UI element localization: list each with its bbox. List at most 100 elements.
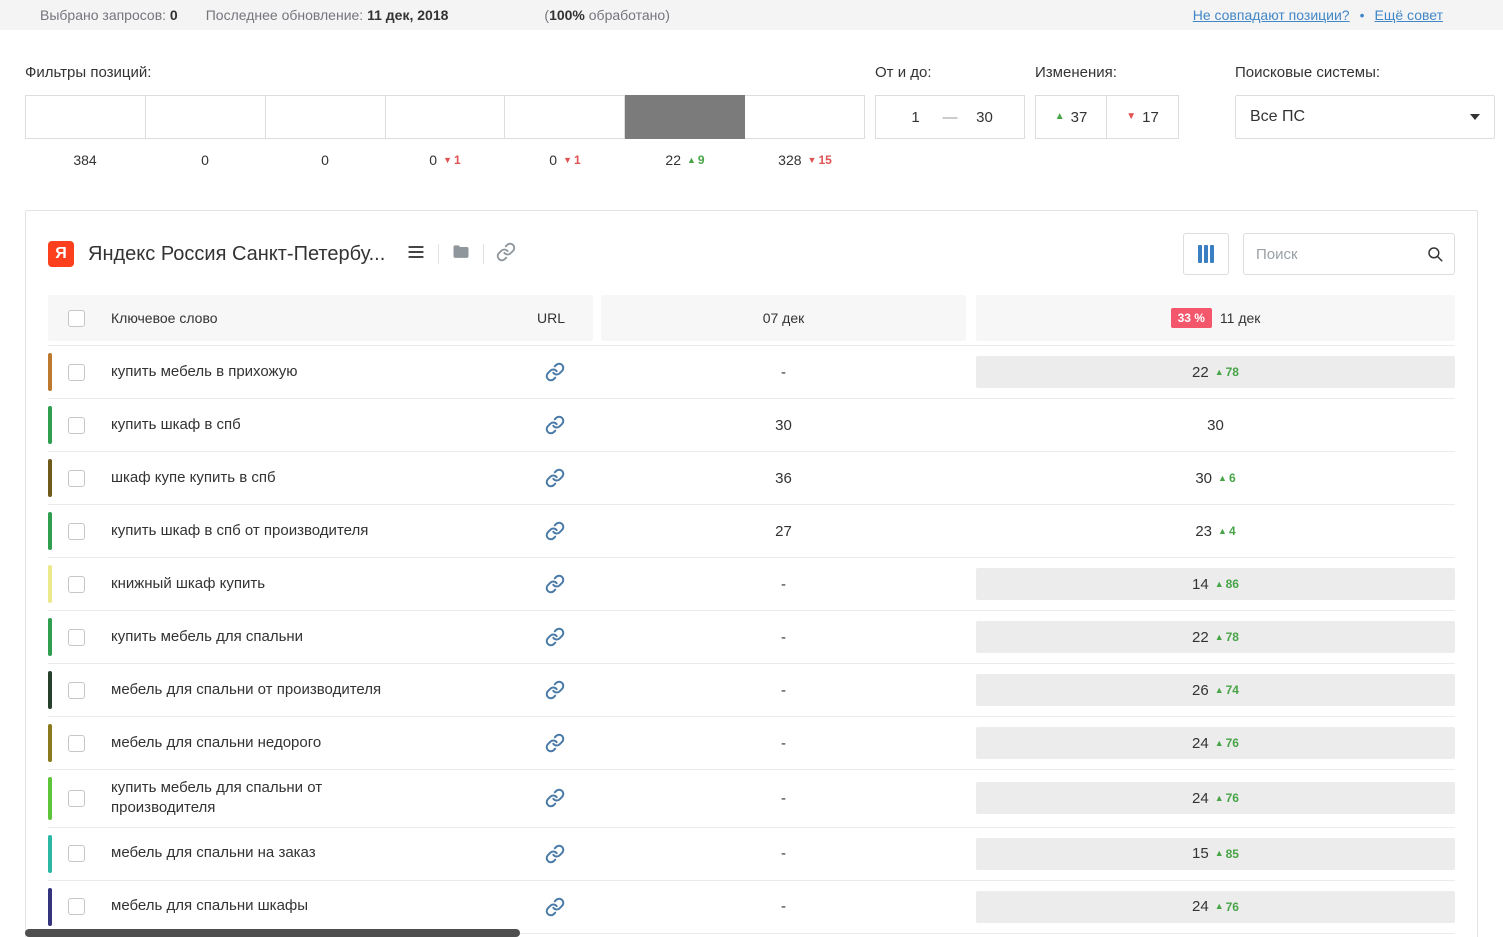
delta-value: 85 <box>1225 846 1239 861</box>
more-tip-link[interactable]: Ещё совет <box>1375 7 1444 23</box>
last-update-label: Последнее обновление: <box>205 7 364 23</box>
row-checkbox[interactable] <box>68 363 85 381</box>
triangle-icon: ▲ <box>1214 901 1224 911</box>
row-checkbox[interactable] <box>68 898 85 915</box>
topbar-links: Не совпадают позиции? • Ещё совет <box>1193 7 1443 23</box>
search-engines-select[interactable]: Все ПС <box>1235 95 1495 139</box>
keyword-cell: купить шкаф в спб <box>48 399 593 451</box>
prev-position-cell: - <box>781 845 786 862</box>
link-icon <box>496 242 516 267</box>
position-filter-tab[interactable] <box>25 95 146 139</box>
select-all-checkbox[interactable] <box>68 309 85 327</box>
changes-up-filter[interactable]: ▲ 37 <box>1035 95 1107 139</box>
position-filter-tab[interactable] <box>625 95 746 139</box>
range-to-input[interactable] <box>965 108 1004 126</box>
current-position-pill: 30 <box>976 409 1455 441</box>
position-filter-count: 0 <box>145 152 265 168</box>
keyword-label: купить мебель для спальни <box>111 627 304 645</box>
keyword-cell: книжный шкаф купить <box>48 558 593 610</box>
processed-status: (100% обработано) <box>544 7 669 23</box>
position-filter-counts: 384 0 0 0 ▼ 1 0 ▼ 1 22 ▲ 9 328 ▼ 15 <box>25 152 865 168</box>
cell-current: 26 ▲ 74 <box>976 664 1455 716</box>
url-link-icon[interactable] <box>545 844 565 864</box>
current-position-value: 14 <box>1192 575 1209 593</box>
table-row: купить мебель для спальни - 22 ▲ 78 <box>48 611 1455 664</box>
keyword-cell: купить мебель в прихожую <box>48 346 593 398</box>
row-checkbox[interactable] <box>68 681 85 699</box>
count-delta-value: 9 <box>697 153 705 167</box>
keyword-label: мебель для спальни шкафы <box>111 897 309 915</box>
url-link-icon[interactable] <box>545 574 565 594</box>
row-checkbox[interactable] <box>68 734 85 752</box>
prev-position-cell: 36 <box>775 469 792 487</box>
position-filter-count: 384 <box>25 152 145 168</box>
position-filter-tab[interactable] <box>385 95 506 139</box>
row-checkbox[interactable] <box>68 416 85 434</box>
url-link-icon[interactable] <box>545 897 565 917</box>
columns-settings-button[interactable] <box>1183 233 1229 275</box>
position-filter-tab[interactable] <box>145 95 266 139</box>
current-position-value: 23 <box>1195 522 1213 540</box>
row-color-strip <box>48 777 52 820</box>
row-checkbox[interactable] <box>68 575 85 593</box>
search-icon[interactable] <box>1416 245 1454 263</box>
topbar: Выбрано запросов: 0 Последнее обновление… <box>0 0 1503 30</box>
current-position-pill: 24 ▲ 76 <box>976 890 1455 923</box>
table-row: мебель для спальни на заказ - 15 ▲ 85 <box>48 828 1455 881</box>
cell-current: 30 <box>976 399 1455 451</box>
delta-value: 76 <box>1225 899 1239 914</box>
prev-date-column-header[interactable]: 07 дек <box>601 295 966 341</box>
position-filter-tab[interactable] <box>265 95 386 139</box>
last-update: Последнее обновление: 11 дек, 2018 <box>206 7 449 23</box>
row-color-strip <box>48 834 52 873</box>
row-checkbox[interactable] <box>68 845 85 862</box>
delta-value: 74 <box>1225 683 1239 697</box>
range-from-input[interactable] <box>896 108 935 126</box>
cur-date-column-header[interactable]: 33 % 11 дек <box>976 295 1455 341</box>
cell-current: 14 ▲ 86 <box>976 558 1455 610</box>
row-color-strip <box>48 353 52 391</box>
count-number: 0 <box>549 152 558 168</box>
url-link-icon[interactable] <box>545 521 565 541</box>
row-checkbox[interactable] <box>68 469 85 487</box>
url-link-icon[interactable] <box>545 468 565 488</box>
delta-value: 78 <box>1225 365 1239 379</box>
changes-filter: Изменения: ▲ 37 ▼ 17 <box>1035 64 1179 139</box>
range-filter: От и до: — <box>875 64 1025 139</box>
search-input[interactable] <box>1244 245 1416 263</box>
url-link-icon[interactable] <box>545 627 565 647</box>
list-view-button[interactable] <box>401 239 431 269</box>
prev-position-cell: 30 <box>775 416 792 434</box>
mismatch-positions-link[interactable]: Не совпадают позиции? <box>1193 7 1350 23</box>
url-link-icon[interactable] <box>545 788 565 808</box>
position-filter-tab[interactable] <box>505 95 626 139</box>
table-row: мебель для спальни шкафы - 24 ▲ 76 <box>48 881 1455 934</box>
folder-button[interactable] <box>446 239 476 269</box>
folder-icon <box>450 242 472 267</box>
search-engines-filter: Поисковые системы: Все ПС <box>1235 64 1495 139</box>
links-button[interactable] <box>491 239 521 269</box>
current-position-pill: 26 ▲ 74 <box>976 674 1455 706</box>
row-checkbox[interactable] <box>68 789 85 807</box>
search-engines-value: Все ПС <box>1250 108 1306 125</box>
row-checkbox[interactable] <box>68 522 85 540</box>
delta-badge: ▲ 85 <box>1215 847 1239 861</box>
delta-badge: ▲ 78 <box>1215 630 1239 644</box>
url-link-icon[interactable] <box>545 680 565 700</box>
project-title[interactable]: Яндекс Россия Санкт-Петербу... <box>88 243 385 266</box>
selected-queries: Выбрано запросов: 0 <box>40 7 178 23</box>
url-link-icon[interactable] <box>545 362 565 382</box>
keyword-cell: купить мебель для спальни <box>48 611 593 663</box>
url-link-icon[interactable] <box>545 415 565 435</box>
up-triangle-icon: ▲ <box>1054 111 1065 122</box>
row-checkbox[interactable] <box>68 628 85 646</box>
position-filter-tab[interactable] <box>745 95 866 139</box>
url-link-icon[interactable] <box>545 733 565 753</box>
row-color-strip <box>48 406 52 444</box>
changes-down-filter[interactable]: ▼ 17 <box>1107 95 1179 139</box>
row-color-strip <box>48 671 52 709</box>
keyword-cell: купить шкаф в спб от производителя <box>48 505 593 557</box>
table-row: мебель для спальни от производителя - 26… <box>48 664 1455 717</box>
cell-current: 23 ▲ 4 <box>976 505 1455 557</box>
horizontal-scrollbar[interactable] <box>25 929 520 937</box>
